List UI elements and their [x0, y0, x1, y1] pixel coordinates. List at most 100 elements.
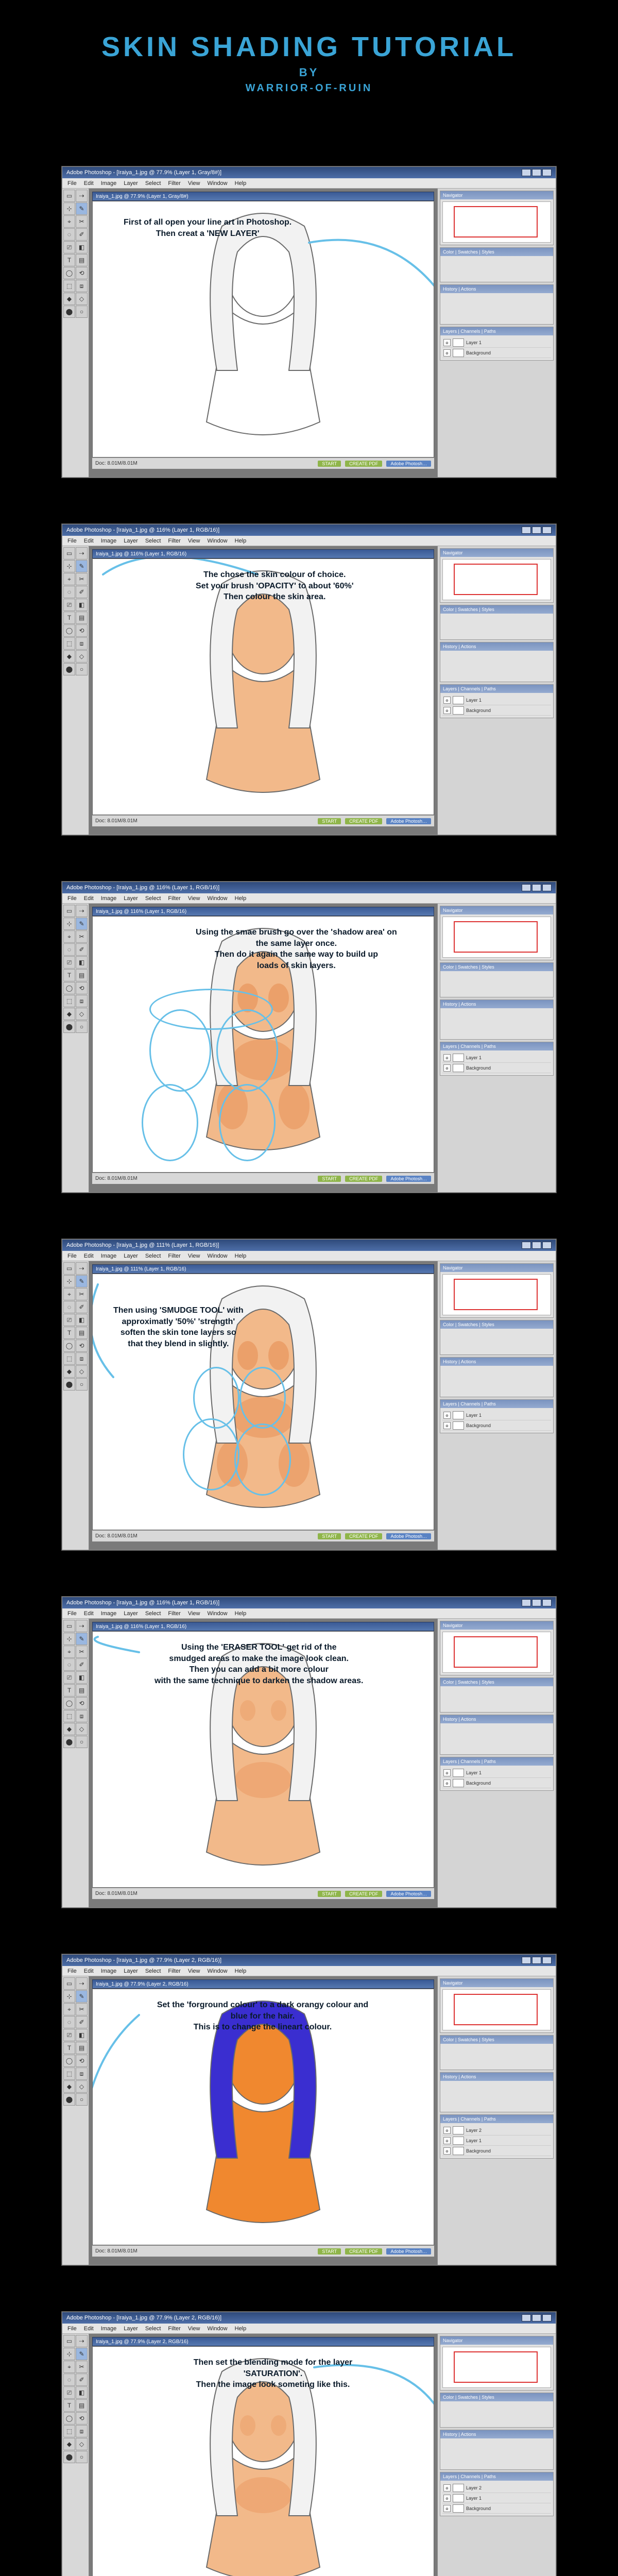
menu-item[interactable]: Filter: [168, 1611, 180, 1617]
tool-button[interactable]: ◯: [63, 624, 75, 637]
tool-button[interactable]: ⊹: [63, 1990, 75, 2003]
menu-item[interactable]: File: [67, 895, 77, 902]
taskbar-tab[interactable]: CREATE PDF: [345, 818, 382, 824]
tool-button[interactable]: ◧: [76, 1671, 88, 1684]
tool-button[interactable]: ◧: [76, 599, 88, 611]
tool-button[interactable]: ✂: [76, 2003, 88, 2015]
tool-button[interactable]: ▭: [63, 1262, 75, 1275]
layer-row[interactable]: ๏Background: [442, 2146, 551, 2156]
taskbar-tab[interactable]: Adobe Photosh…: [386, 818, 431, 824]
tool-button[interactable]: ▭: [63, 1977, 75, 1990]
menu-item[interactable]: Help: [235, 1253, 247, 1259]
menu-item[interactable]: Select: [145, 180, 161, 187]
maximize-button[interactable]: [532, 2314, 541, 2321]
document-tab[interactable]: Iraiya_1.jpg @ 111% (Layer 1, RGB/16): [92, 1264, 434, 1274]
tool-button[interactable]: ▭: [63, 905, 75, 917]
close-button[interactable]: [542, 2314, 552, 2321]
visibility-icon[interactable]: ๏: [443, 1064, 451, 1072]
tool-button[interactable]: ✐: [76, 2016, 88, 2028]
close-button[interactable]: [542, 1957, 552, 1964]
menu-item[interactable]: File: [67, 1611, 77, 1617]
tool-button[interactable]: ▭: [63, 190, 75, 202]
document-tab[interactable]: Iraiya_1.jpg @ 77.9% (Layer 2, RGB/16): [92, 1979, 434, 1989]
tool-button[interactable]: ✂: [76, 215, 88, 228]
tool-button[interactable]: T: [63, 254, 75, 266]
tool-button[interactable]: ◯: [63, 1340, 75, 1352]
tool-button[interactable]: ▤: [76, 1684, 88, 1697]
menu-item[interactable]: Image: [101, 538, 117, 544]
menu-item[interactable]: Select: [145, 895, 161, 902]
tool-button[interactable]: ◆: [63, 1008, 75, 1020]
tool-button[interactable]: ✐: [76, 228, 88, 241]
tool-button[interactable]: ⟲: [76, 2412, 88, 2425]
tool-button[interactable]: ⬚: [63, 2425, 75, 2437]
tool-button[interactable]: ⊹: [63, 2348, 75, 2360]
panel-header[interactable]: Layers | Channels | Paths: [440, 2472, 553, 2481]
menu-item[interactable]: Filter: [168, 1968, 180, 1974]
maximize-button[interactable]: [532, 1599, 541, 1606]
panel-header[interactable]: History | Actions: [440, 285, 553, 293]
minimize-button[interactable]: [522, 2314, 531, 2321]
tool-button[interactable]: ◌: [63, 2016, 75, 2028]
tool-button[interactable]: T: [63, 2399, 75, 2412]
menu-item[interactable]: Window: [208, 1968, 228, 1974]
tool-button[interactable]: ▤: [76, 254, 88, 266]
close-button[interactable]: [542, 527, 552, 534]
taskbar-tab[interactable]: Adobe Photosh…: [386, 2248, 431, 2255]
tool-button[interactable]: ▭: [63, 2335, 75, 2347]
tool-button[interactable]: ⎚: [63, 241, 75, 253]
tool-button[interactable]: ⬤: [63, 1736, 75, 1748]
maximize-button[interactable]: [532, 527, 541, 534]
tool-button[interactable]: ◧: [76, 241, 88, 253]
tool-button[interactable]: ✎: [76, 560, 88, 572]
menu-item[interactable]: Edit: [84, 2326, 94, 2332]
panel-header[interactable]: History | Actions: [440, 2430, 553, 2438]
panel-header[interactable]: Navigator: [440, 1621, 553, 1630]
tool-button[interactable]: ○: [76, 663, 88, 675]
taskbar-tab[interactable]: Adobe Photosh…: [386, 1891, 431, 1897]
tool-button[interactable]: ⟲: [76, 2055, 88, 2067]
tool-button[interactable]: ◌: [63, 1658, 75, 1671]
menu-item[interactable]: Filter: [168, 538, 180, 544]
tool-button[interactable]: T: [63, 969, 75, 981]
menu-item[interactable]: Edit: [84, 895, 94, 902]
menu-item[interactable]: View: [188, 895, 200, 902]
tool-button[interactable]: ⬚: [63, 1710, 75, 1722]
tool-button[interactable]: ▭: [63, 547, 75, 560]
tool-button[interactable]: ◌: [63, 228, 75, 241]
tool-button[interactable]: ◯: [63, 2055, 75, 2067]
visibility-icon[interactable]: ๏: [443, 697, 451, 704]
canvas[interactable]: The chose the skin colour of choice.Set …: [92, 558, 434, 815]
tool-button[interactable]: ▤: [76, 612, 88, 624]
tool-button[interactable]: ⊹: [63, 1633, 75, 1645]
visibility-icon[interactable]: ๏: [443, 339, 451, 346]
panel-header[interactable]: Color | Swatches | Styles: [440, 1678, 553, 1686]
panel-header[interactable]: Layers | Channels | Paths: [440, 1042, 553, 1050]
canvas[interactable]: Set the 'forground colour' to a dark ora…: [92, 1989, 434, 2245]
tool-button[interactable]: ✎: [76, 1990, 88, 2003]
minimize-button[interactable]: [522, 1242, 531, 1249]
tool-button[interactable]: ⌖: [63, 215, 75, 228]
menu-item[interactable]: Filter: [168, 180, 180, 187]
tool-button[interactable]: ◇: [76, 1723, 88, 1735]
tool-button[interactable]: ⟲: [76, 267, 88, 279]
taskbar-tab[interactable]: CREATE PDF: [345, 1176, 382, 1182]
tool-button[interactable]: ⬤: [63, 2451, 75, 2463]
tool-button[interactable]: ⟲: [76, 982, 88, 994]
panel-header[interactable]: Color | Swatches | Styles: [440, 2036, 553, 2044]
tool-button[interactable]: ⟲: [76, 1340, 88, 1352]
menu-item[interactable]: Image: [101, 1611, 117, 1617]
menu-item[interactable]: View: [188, 180, 200, 187]
menu-item[interactable]: Window: [208, 180, 228, 187]
tool-button[interactable]: ⊹: [63, 918, 75, 930]
menu-item[interactable]: Image: [101, 895, 117, 902]
panel-header[interactable]: History | Actions: [440, 1358, 553, 1366]
menu-item[interactable]: Help: [235, 538, 247, 544]
tool-button[interactable]: ▤: [76, 969, 88, 981]
menu-item[interactable]: Filter: [168, 895, 180, 902]
tool-button[interactable]: ⇢: [76, 547, 88, 560]
tool-button[interactable]: ✂: [76, 1646, 88, 1658]
visibility-icon[interactable]: ๏: [443, 2147, 451, 2155]
tool-button[interactable]: ○: [76, 1736, 88, 1748]
panel-header[interactable]: Color | Swatches | Styles: [440, 963, 553, 971]
